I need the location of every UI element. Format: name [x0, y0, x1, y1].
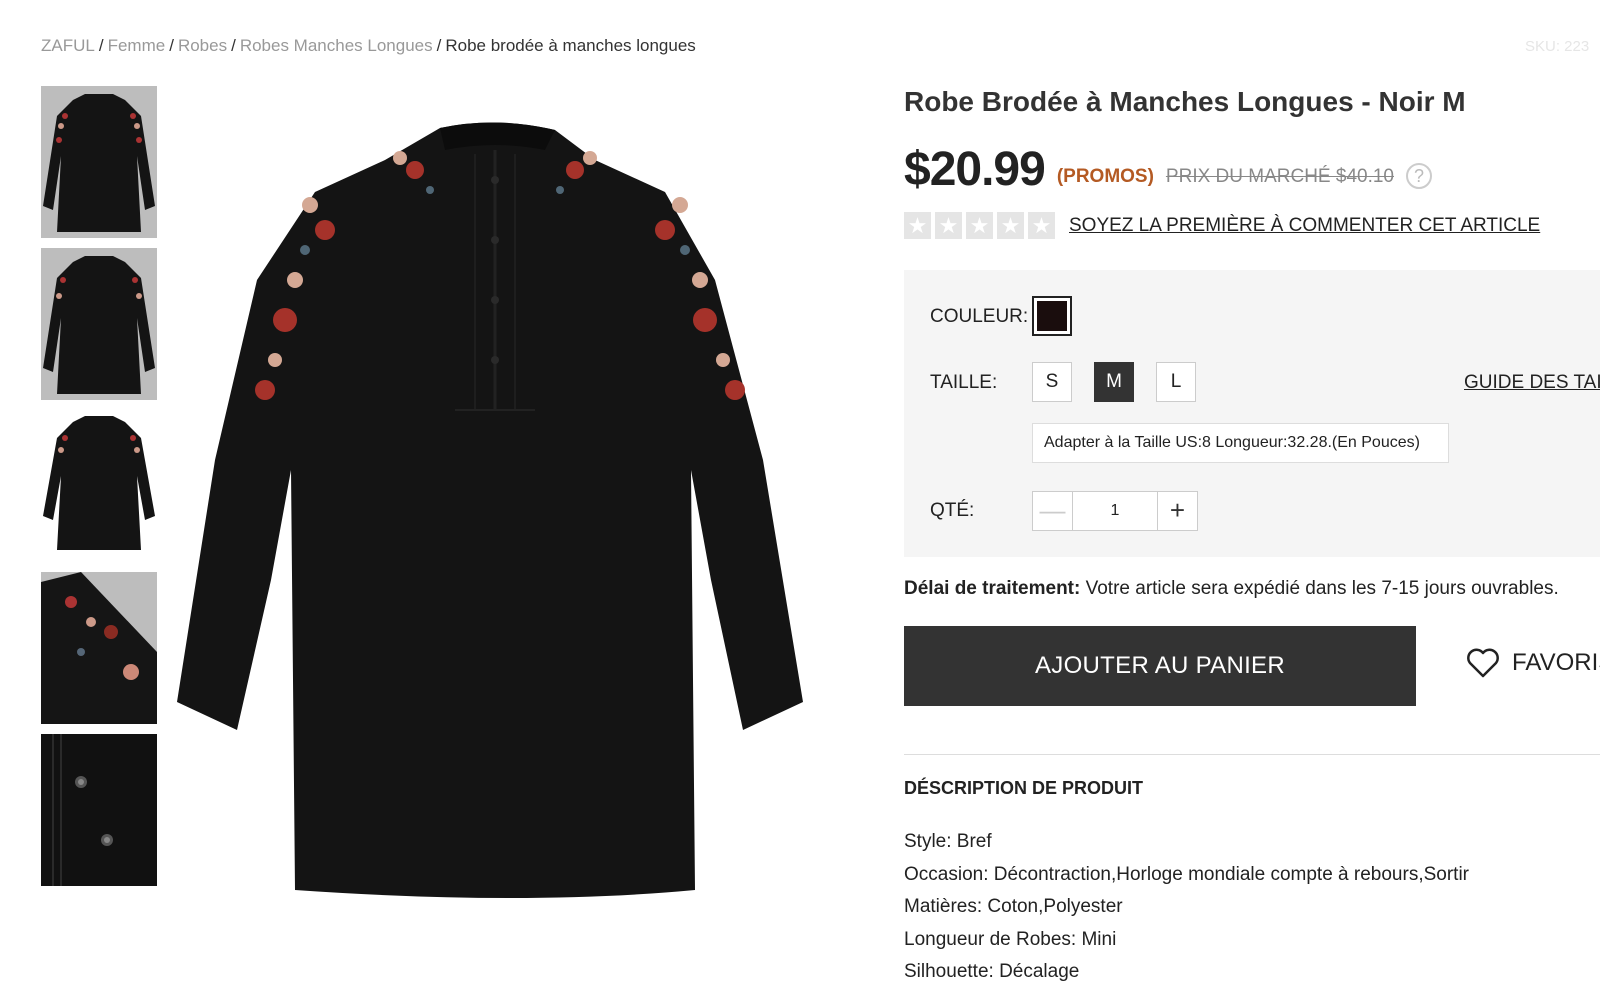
options-panel: COULEUR: TAILLE: S M L GUIDE DES TAIL Ad… [904, 270, 1600, 557]
description-item: Longueur de Robes: Mini [904, 928, 1117, 950]
breadcrumb-link-robes[interactable]: Robes [178, 36, 227, 55]
add-to-cart-button[interactable]: AJOUTER AU PANIER [904, 626, 1416, 706]
promo-label: (PROMOS) [1056, 166, 1154, 187]
processing-time-label: Délai de traitement: [904, 578, 1081, 599]
thumbnail-sleeve-detail[interactable] [41, 572, 157, 724]
fit-info: Adapter à la Taille US:8 Longueur:32.28.… [1032, 423, 1449, 463]
sku-label: SKU: 223 [1525, 38, 1590, 55]
description-title: DÉSCRIPTION DE PRODUIT [904, 778, 1144, 798]
star-icon: ★ [966, 212, 993, 239]
size-option-m[interactable]: M [1094, 362, 1134, 402]
size-label: TAILLE: [930, 372, 998, 393]
breadcrumb-link-femme[interactable]: Femme [108, 36, 166, 55]
thumbnail-front[interactable] [41, 86, 157, 238]
star-icon: ★ [904, 212, 931, 239]
thumbnail-front-white[interactable] [41, 410, 157, 562]
market-price: PRIX DU MARCHÉ $40.10 [1165, 166, 1394, 187]
favorite-label: FAVORIS [1512, 649, 1600, 676]
heart-icon [1467, 648, 1499, 678]
help-icon[interactable]: ? [1406, 163, 1432, 189]
breadcrumb-separator: / [169, 36, 174, 55]
star-icon: ★ [1028, 212, 1055, 239]
color-swatch-black[interactable] [1032, 296, 1072, 336]
breadcrumb-link-zaful[interactable]: ZAFUL [41, 36, 95, 55]
star-icon: ★ [935, 212, 962, 239]
thumbnail-list [41, 86, 157, 896]
color-label: COULEUR: [930, 306, 1029, 327]
divider [904, 754, 1600, 755]
breadcrumb: ZAFUL / Femme / Robes / Robes Manches Longues /… [41, 36, 696, 56]
qty-input[interactable]: 1 [1073, 492, 1157, 530]
current-price: $20.99 [904, 143, 1046, 196]
qty-decrease-button[interactable]: — [1033, 492, 1073, 530]
description-item: Matières: Coton,Polyester [904, 896, 1123, 917]
description-item: Silhouette: Décalage [904, 961, 1080, 982]
breadcrumb-link-robes-manches-longues[interactable]: Robes Manches Longues [240, 36, 433, 55]
thumbnail-button-detail[interactable] [41, 734, 157, 886]
description-item: Occasion: Décontraction,Horloge mondiale… [904, 863, 1469, 885]
price-row: $20.99 (PROMOS) PRIX DU MARCHÉ $40.10 ? [904, 142, 1432, 197]
favorite-button[interactable]: FAVORIS [1466, 648, 1600, 678]
size-option-s[interactable]: S [1032, 362, 1072, 402]
description-list: Style: Bref Occasion: Décontraction,Horl… [904, 826, 1469, 984]
breadcrumb-current: Robe brodée à manches longues [445, 36, 696, 55]
product-title: Robe Brodée à Manches Longues - Noir M [904, 86, 1466, 117]
qty-label: QTÉ: [930, 500, 975, 521]
processing-time: Délai de traitement: Votre article sera … [904, 578, 1559, 600]
write-review-link[interactable]: SOYEZ LA PREMIÈRE À COMMENTER CET ARTICL… [1069, 215, 1540, 237]
size-option-l[interactable]: L [1156, 362, 1196, 402]
qty-increase-button[interactable]: + [1157, 492, 1197, 530]
thumbnail-back[interactable] [41, 248, 157, 400]
rating-row: ★ ★ ★ ★ ★ SOYEZ LA PREMIÈRE À COMMENTER … [904, 212, 1540, 239]
main-product-image[interactable] [175, 110, 815, 920]
breadcrumb-separator: / [231, 36, 236, 55]
processing-time-text: Votre article sera expédié dans les 7-15… [1080, 578, 1559, 599]
size-guide-link[interactable]: GUIDE DES TAIL [1464, 372, 1600, 394]
breadcrumb-separator: / [98, 36, 104, 55]
quantity-stepper: — 1 + [1032, 491, 1198, 531]
description-item: Style: Bref [904, 831, 992, 852]
breadcrumb-separator: / [436, 36, 442, 55]
star-icon: ★ [997, 212, 1024, 239]
